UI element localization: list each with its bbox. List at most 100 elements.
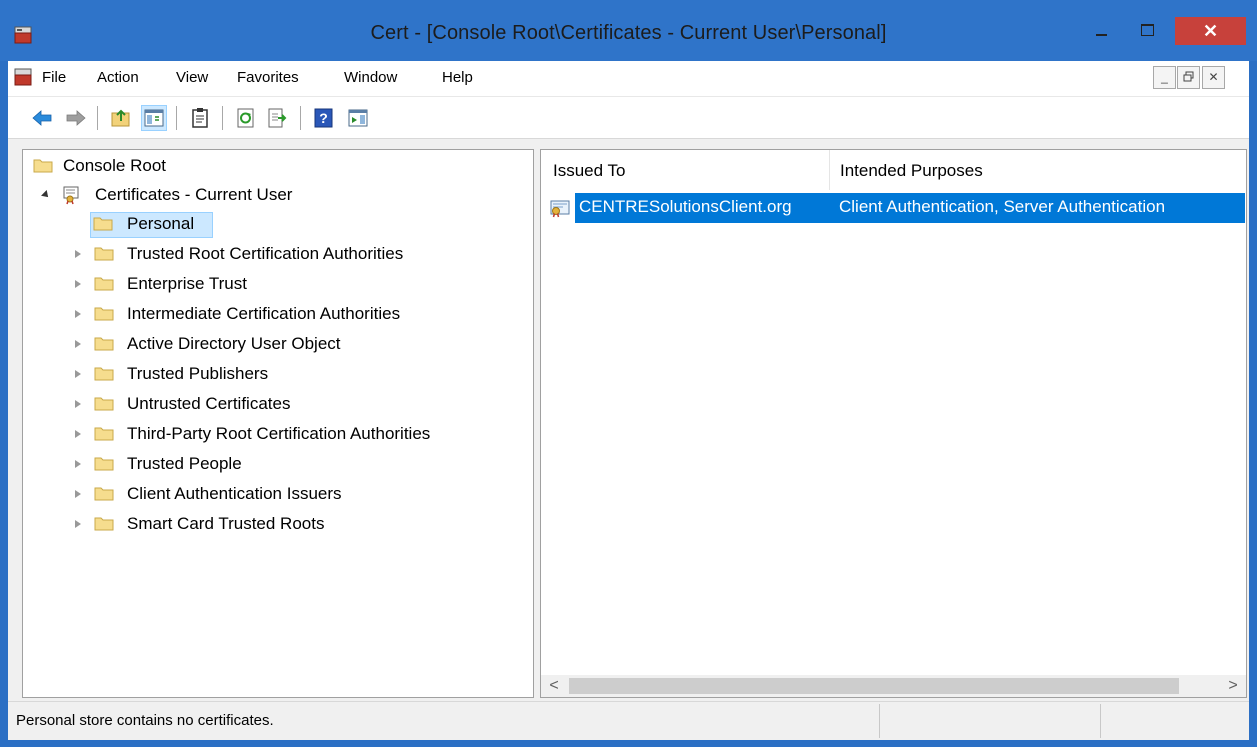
tree-label: Trusted Root Certification Authorities <box>127 244 404 263</box>
folder-icon <box>94 427 114 441</box>
toolbar-separator <box>300 106 301 130</box>
window-title: Cert - [Console Root\Certificates - Curr… <box>370 22 887 44</box>
console-tree: Console Root Certificates - Current User <box>22 149 534 698</box>
mdi-restore-button[interactable] <box>1177 66 1200 89</box>
toolbar: ? <box>8 97 1249 139</box>
toolbar-separator <box>176 106 177 130</box>
menu-bar: File Action View Favorites Window Help _… <box>8 61 1249 97</box>
tree-item-intermediate-ca[interactable]: Intermediate Certification Authorities <box>67 302 527 328</box>
close-button[interactable]: ✕ <box>1175 17 1246 45</box>
expand-arrow-icon[interactable] <box>75 520 81 528</box>
tree-item-personal[interactable]: Personal <box>93 212 213 238</box>
mmc-window: Cert - [Console Root\Certificates - Curr… <box>0 0 1257 747</box>
status-bar-separator <box>879 704 880 738</box>
tree-item-smart-card-trusted-roots[interactable]: Smart Card Trusted Roots <box>67 512 527 538</box>
folder-icon <box>94 397 114 411</box>
menu-favorites[interactable]: Favorites <box>237 69 299 86</box>
table-row[interactable]: CENTRESolutionsClient.org Client Authent… <box>575 193 1245 223</box>
tree-label: Untrusted Certificates <box>127 394 291 413</box>
expand-arrow-icon[interactable] <box>75 370 81 378</box>
tree-item-client-authentication-issuers[interactable]: Client Authentication Issuers <box>67 482 527 508</box>
tree-item-active-directory-user-object[interactable]: Active Directory User Object <box>67 332 527 358</box>
tree-label: Enterprise Trust <box>127 274 247 293</box>
expand-arrow-icon[interactable] <box>75 250 81 258</box>
tree-item-trusted-root[interactable]: Trusted Root Certification Authorities <box>67 242 527 268</box>
minimize-button[interactable] <box>1084 17 1118 45</box>
expand-arrow-icon[interactable] <box>75 310 81 318</box>
toolbar-separator <box>97 106 98 130</box>
up-one-level-icon[interactable] <box>109 106 133 130</box>
forward-arrow-icon[interactable] <box>64 106 88 130</box>
column-header-label: Intended Purposes <box>840 161 983 180</box>
toolbar-separator <box>222 106 223 130</box>
menu-action[interactable]: Action <box>97 69 139 86</box>
refresh-icon[interactable] <box>234 106 258 130</box>
column-header-label: Issued To <box>553 161 626 180</box>
tree-item-trusted-people[interactable]: Trusted People <box>67 452 527 478</box>
status-bar-separator <box>1100 704 1101 738</box>
menu-file[interactable]: File <box>42 69 66 86</box>
tree-label: Personal <box>127 214 195 233</box>
certificate-list: Issued To Intended Purposes CENTRESoluti… <box>540 149 1247 698</box>
svg-text:?: ? <box>319 110 328 126</box>
tree-label: Trusted People <box>127 454 242 473</box>
scroll-right-arrow[interactable]: > <box>1222 675 1244 697</box>
status-bar: Personal store contains no certificates. <box>8 701 1249 740</box>
mdi-close-button[interactable]: ✕ <box>1202 66 1225 89</box>
tree-label: Console Root <box>63 156 167 175</box>
tree-item-console-root[interactable]: Console Root <box>31 154 331 180</box>
expand-arrow-icon[interactable] <box>75 460 81 468</box>
horizontal-scrollbar[interactable]: < > <box>541 675 1246 697</box>
folder-icon <box>94 307 114 321</box>
tree-label: Client Authentication Issuers <box>127 484 342 503</box>
status-text: Personal store contains no certificates. <box>16 712 274 729</box>
restore-icon <box>1183 71 1193 82</box>
tree-item-trusted-publishers[interactable]: Trusted Publishers <box>67 362 527 388</box>
mdi-minimize-button[interactable]: _ <box>1153 66 1176 89</box>
folder-icon <box>33 159 53 173</box>
show-hide-action-pane-icon[interactable] <box>346 106 370 130</box>
folder-icon <box>94 487 114 501</box>
menu-help[interactable]: Help <box>442 69 473 86</box>
help-icon[interactable]: ? <box>312 106 336 130</box>
tree-label: Smart Card Trusted Roots <box>127 514 325 533</box>
column-header-issued-to[interactable]: Issued To <box>541 150 829 190</box>
certificate-store-icon <box>63 186 79 205</box>
expand-arrow-icon[interactable] <box>75 280 81 288</box>
collapse-arrow-icon[interactable] <box>41 190 51 200</box>
tree-label: Certificates - Current User <box>95 185 293 204</box>
cell-intended-purposes: Client Authentication, Server Authentica… <box>839 197 1166 216</box>
console-icon[interactable] <box>13 67 33 87</box>
close-icon: ✕ <box>1202 21 1219 41</box>
folder-icon <box>94 517 114 531</box>
scrollbar-thumb[interactable] <box>569 678 1179 694</box>
tree-label: Third-Party Root Certification Authoriti… <box>127 424 431 443</box>
tree-item-certificates-current-user[interactable]: Certificates - Current User <box>31 183 351 209</box>
tree-item-third-party-root[interactable]: Third-Party Root Certification Authoriti… <box>67 422 527 448</box>
folder-icon <box>93 217 113 231</box>
scroll-left-arrow[interactable]: < <box>543 675 565 697</box>
maximize-button[interactable] <box>1128 17 1168 45</box>
tree-label: Intermediate Certification Authorities <box>127 304 401 323</box>
tree-item-enterprise-trust[interactable]: Enterprise Trust <box>67 272 527 298</box>
client-area: Console Root Certificates - Current User <box>8 139 1249 701</box>
tree-item-untrusted-certificates[interactable]: Untrusted Certificates <box>67 392 527 418</box>
tree-label: Trusted Publishers <box>127 364 269 383</box>
show-hide-tree-icon[interactable] <box>141 105 167 131</box>
folder-icon <box>94 247 114 261</box>
cell-issued-to: CENTRESolutionsClient.org <box>579 197 792 216</box>
column-header-intended-purposes[interactable]: Intended Purposes <box>830 150 1246 190</box>
menu-window[interactable]: Window <box>344 69 397 86</box>
expand-arrow-icon[interactable] <box>75 430 81 438</box>
menu-view[interactable]: View <box>176 69 208 86</box>
clipboard-icon[interactable] <box>188 106 212 130</box>
expand-arrow-icon[interactable] <box>75 490 81 498</box>
expand-arrow-icon[interactable] <box>75 400 81 408</box>
folder-icon <box>94 277 114 291</box>
expand-arrow-icon[interactable] <box>75 340 81 348</box>
back-arrow-icon[interactable] <box>30 106 54 130</box>
title-bar[interactable]: Cert - [Console Root\Certificates - Curr… <box>0 0 1257 61</box>
folder-icon <box>94 337 114 351</box>
export-list-icon[interactable] <box>266 106 290 130</box>
folder-icon <box>94 367 114 381</box>
